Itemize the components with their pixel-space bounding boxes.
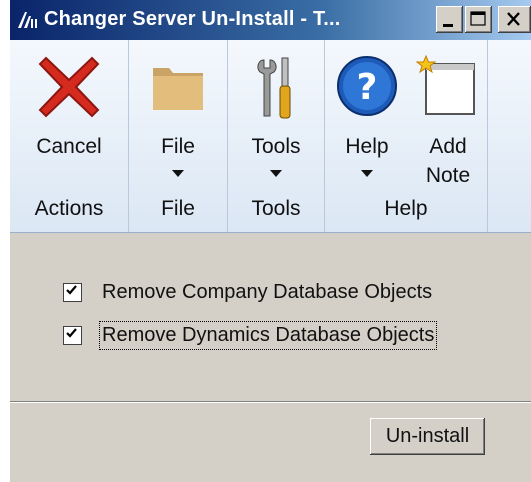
close-icon (507, 12, 520, 26)
tools-icon (257, 57, 291, 119)
close-button[interactable] (498, 6, 531, 33)
tools-button[interactable]: Tools (228, 40, 324, 190)
app-logo-icon (18, 12, 37, 28)
checkmark-icon (66, 328, 77, 338)
remove-dynamics-objects-label: Remove Dynamics Database Objects (98, 321, 438, 350)
uninstall-button[interactable]: Un-install (370, 418, 485, 455)
help-button-label: Help (345, 135, 389, 158)
checkmark-icon (66, 285, 77, 295)
help-icon: ? (337, 56, 397, 116)
group-label-actions: Actions (34, 197, 104, 220)
chevron-down-icon (361, 170, 373, 177)
minimize-icon (443, 24, 453, 27)
chevron-down-icon (270, 170, 282, 177)
ribbon-group-help: ? Help Add Note Help (325, 40, 488, 232)
cancel-button-label: Cancel (36, 135, 102, 158)
title-bar[interactable]: Changer Server Un-Install - T... (10, 0, 531, 40)
ribbon-toolbar: Cancel Actions File File Tools Tools ? H… (10, 40, 531, 233)
separator (10, 401, 531, 403)
minimize-button[interactable] (436, 6, 463, 33)
help-button[interactable]: ? Help (325, 40, 409, 190)
options-panel: Remove Company Database Objects Remove D… (10, 233, 531, 482)
cancel-x-icon (38, 56, 100, 118)
folder-icon (153, 68, 203, 110)
tools-button-label: Tools (251, 135, 301, 158)
uninstall-window: Changer Server Un-Install - T... Cancel … (10, 0, 531, 482)
ribbon-group-file: File File (129, 40, 228, 232)
maximize-icon (470, 11, 486, 26)
add-note-icon (416, 54, 475, 115)
ribbon-group-tools: Tools Tools (228, 40, 325, 232)
remove-company-objects-checkbox[interactable] (63, 283, 82, 302)
svg-text:?: ? (357, 67, 378, 108)
remove-company-objects-label: Remove Company Database Objects (102, 281, 433, 303)
group-label-tools: Tools (251, 197, 301, 220)
ribbon-group-actions: Cancel Actions (10, 40, 129, 232)
chevron-down-icon (172, 170, 184, 177)
file-button[interactable]: File (129, 40, 227, 190)
file-button-label: File (161, 135, 195, 158)
window-title: Changer Server Un-Install - T... (44, 8, 341, 30)
cancel-button[interactable]: Cancel (10, 40, 128, 190)
add-note-button[interactable]: Add Note (409, 40, 487, 190)
remove-dynamics-objects-checkbox[interactable] (63, 326, 82, 345)
group-label-help: Help (384, 197, 428, 220)
maximize-button[interactable] (465, 6, 492, 33)
add-note-button-label: Add Note (425, 135, 471, 187)
group-label-file: File (161, 197, 195, 220)
